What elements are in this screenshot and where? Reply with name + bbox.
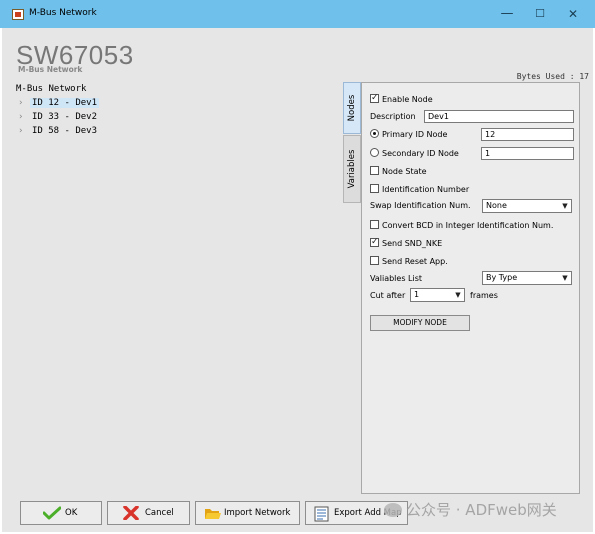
primary-id-row[interactable]: Primary ID Node <box>370 128 447 141</box>
watermark: 公众号 · ADFweb网关 <box>384 499 557 520</box>
send-snd-nke-row[interactable]: Send SND_NKE <box>370 236 443 250</box>
node-state-row[interactable]: Node State <box>370 165 427 178</box>
tab-variables[interactable]: Variables <box>343 135 361 203</box>
tab-label: Nodes <box>347 94 357 122</box>
ok-label: OK <box>65 508 78 518</box>
import-network-label: Import Network <box>224 508 291 518</box>
folder-open-icon <box>204 506 221 520</box>
network-tree: M-Bus Network › ID 12 - Dev1 › ID 33 - Dev… <box>14 83 338 493</box>
identification-number-label: Identification Number <box>382 185 470 194</box>
primary-id-radio[interactable] <box>370 129 379 138</box>
variables-list-label: Valiables List <box>370 274 423 283</box>
watermark-text: 公众号 · ADFweb网关 <box>406 501 557 519</box>
enable-node-checkbox[interactable] <box>370 92 379 105</box>
title-bar: M-Bus Network — ☐ ✕ <box>0 0 595 28</box>
ok-button[interactable]: OK <box>20 501 102 525</box>
chevron-right-icon[interactable]: › <box>18 111 30 123</box>
send-reset-row[interactable]: Send Reset App. <box>370 255 448 268</box>
cut-after-label: Cut after <box>370 291 406 300</box>
enable-node-row[interactable]: Enable Node <box>370 92 433 106</box>
variables-list-select[interactable]: By Type ▼ <box>482 271 572 285</box>
description-label: Description <box>370 112 416 121</box>
node-state-checkbox[interactable] <box>370 166 379 175</box>
identification-number-row[interactable]: Identification Number <box>370 183 469 196</box>
send-snd-nke-label: Send SND_NKE <box>382 239 443 248</box>
vertical-tabs: Nodes Variables <box>343 82 361 494</box>
convert-bcd-row[interactable]: Convert BCD in Integer Identification Nu… <box>370 219 553 232</box>
cancel-x-icon <box>123 505 139 521</box>
chevron-right-icon[interactable]: › <box>18 97 30 109</box>
document-list-icon <box>314 506 330 522</box>
tree-root[interactable]: M-Bus Network <box>16 84 86 94</box>
send-reset-checkbox[interactable] <box>370 256 379 265</box>
tree-item-label: ID 58 - Dev3 <box>32 126 98 136</box>
swap-identification-value: None <box>486 201 507 210</box>
minimize-button[interactable]: — <box>495 4 519 24</box>
convert-bcd-label: Convert BCD in Integer Identification Nu… <box>382 221 554 230</box>
bytes-used: Bytes Used : 17 <box>516 72 589 81</box>
tree-item-label: ID 12 - Dev1 <box>30 98 100 108</box>
cancel-button[interactable]: Cancel <box>107 501 190 525</box>
convert-bcd-checkbox[interactable] <box>370 220 379 229</box>
secondary-id-input[interactable]: 1 <box>481 147 574 160</box>
dropdown-arrow-icon[interactable]: ▼ <box>560 201 570 211</box>
maximize-button[interactable]: ☐ <box>528 4 552 24</box>
tree-item-label: ID 33 - Dev2 <box>32 112 98 122</box>
send-snd-nke-checkbox[interactable] <box>370 236 379 249</box>
tree-item-dev1[interactable]: › ID 12 - Dev1 <box>18 97 100 109</box>
node-properties-panel: Enable Node Description Dev1 Primary ID … <box>361 82 580 494</box>
secondary-id-label: Secondary ID Node <box>382 149 459 158</box>
identification-number-checkbox[interactable] <box>370 184 379 193</box>
app-icon <box>12 9 24 20</box>
cut-after-value: 1 <box>414 290 420 299</box>
tab-label: Variables <box>347 149 357 189</box>
cancel-label: Cancel <box>145 508 174 518</box>
tree-item-dev2[interactable]: › ID 33 - Dev2 <box>18 111 99 123</box>
node-state-label: Node State <box>382 167 427 176</box>
app-subtitle: M-Bus Network <box>18 65 83 74</box>
dropdown-arrow-icon[interactable]: ▼ <box>560 273 570 283</box>
swap-identification-select[interactable]: None ▼ <box>482 199 572 213</box>
primary-id-input[interactable]: 12 <box>481 128 574 141</box>
tab-nodes[interactable]: Nodes <box>343 82 361 134</box>
enable-node-label: Enable Node <box>382 95 433 104</box>
close-button[interactable]: ✕ <box>561 4 585 24</box>
secondary-id-radio[interactable] <box>370 148 379 157</box>
wechat-icon <box>384 503 402 517</box>
secondary-id-row[interactable]: Secondary ID Node <box>370 147 459 160</box>
dropdown-arrow-icon[interactable]: ▼ <box>453 290 463 300</box>
modify-node-button[interactable]: MODIFY NODE <box>370 315 470 331</box>
tree-item-dev3[interactable]: › ID 58 - Dev3 <box>18 125 99 137</box>
send-reset-label: Send Reset App. <box>382 257 448 266</box>
chevron-right-icon[interactable]: › <box>18 125 30 137</box>
checkmark-icon <box>42 506 62 520</box>
cut-after-select[interactable]: 1 ▼ <box>410 288 465 302</box>
description-input[interactable]: Dev1 <box>424 110 574 123</box>
cut-after-suffix: frames <box>470 291 498 300</box>
import-network-button[interactable]: Import Network <box>195 501 300 525</box>
variables-list-value: By Type <box>486 273 518 282</box>
window-title: M-Bus Network <box>29 8 97 18</box>
swap-identification-label: Swap Identification Num. <box>370 201 471 210</box>
primary-id-label: Primary ID Node <box>382 130 448 139</box>
